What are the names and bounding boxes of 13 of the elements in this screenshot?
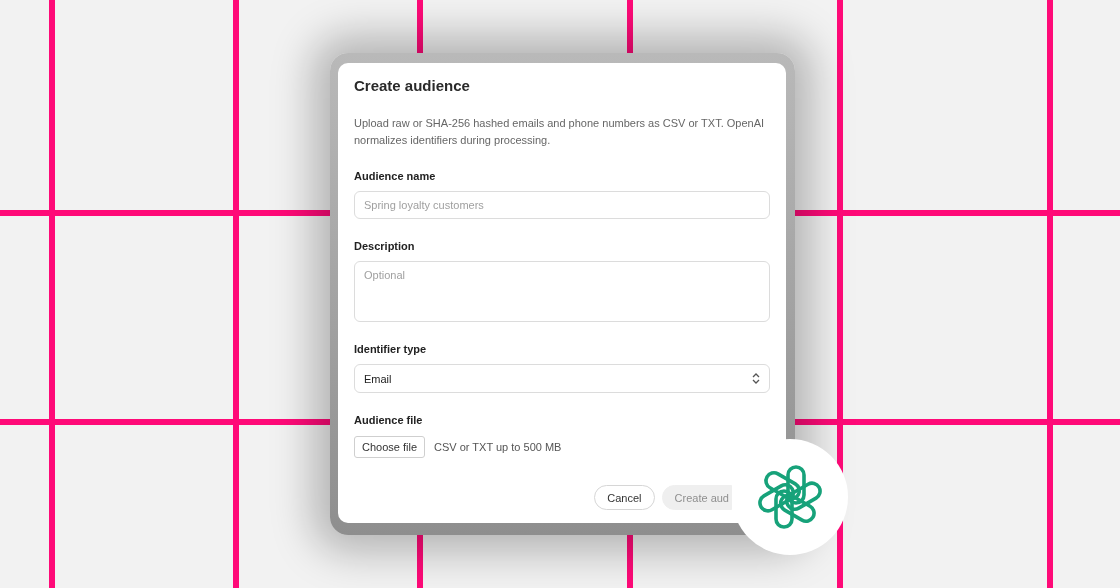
dialog-title: Create audience bbox=[354, 76, 471, 96]
textarea-field[interactable]: Optional bbox=[354, 261, 770, 322]
file-hint: CSV or TXT up to 500 MB bbox=[434, 441, 562, 453]
text-field[interactable]: Spring loyalty customers bbox=[354, 191, 770, 219]
field-label: Audience file bbox=[354, 413, 424, 427]
chevron-updown-icon bbox=[752, 373, 760, 384]
choose-file-button[interactable]: Choose file bbox=[354, 436, 426, 458]
field-label: Identifier type bbox=[354, 342, 428, 356]
field-label: Audience name bbox=[354, 169, 437, 183]
field-label: Description bbox=[354, 239, 416, 253]
description-text: Upload raw or SHA-256 hashed emails and phone numbers as CSV or TXT. OpenAI normalizes identifiers during processing. bbox=[354, 116, 766, 148]
select-field[interactable]: Email bbox=[354, 364, 770, 393]
cancel-button[interactable]: Cancel bbox=[594, 485, 655, 510]
